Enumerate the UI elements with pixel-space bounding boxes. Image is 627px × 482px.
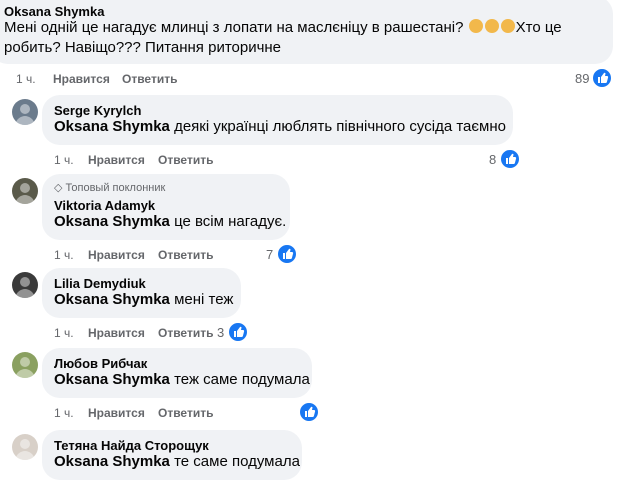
comment-text-line1: Мені одній це нагадує млинці з лопати на… — [4, 19, 464, 36]
reply-bubble: Serge Kyrylch Oksana Shymka деякі українц… — [42, 95, 513, 145]
like-reaction-icon — [276, 243, 298, 265]
reply-time[interactable]: 1 ч. — [54, 248, 74, 262]
like-button[interactable]: Нравится — [88, 248, 145, 262]
like-button[interactable]: Нравится — [53, 72, 110, 86]
reply-bubble: ◇ Топовый поклонник Viktoria Adamyk Oksana… — [42, 174, 290, 240]
mention-link[interactable]: Oksana Shymka — [54, 453, 170, 470]
reply-text: Oksana Shymka це всім нагадує. — [54, 212, 286, 232]
like-reaction-icon — [227, 321, 249, 343]
diamond-icon: ◇ — [54, 182, 63, 194]
reply-body: це всім нагадує. — [174, 213, 287, 230]
comment-text-line2: робить? Навіщо??? Питання риторичне — [4, 39, 282, 56]
reaction-count[interactable]: 89 — [575, 71, 589, 86]
comment-text: Мені одній це нагадує млинці з лопати на… — [4, 18, 604, 58]
face-emoji-icon — [468, 19, 483, 33]
reply-button[interactable]: Ответить — [122, 72, 177, 86]
reply-author[interactable]: Serge Kyrylch — [54, 103, 141, 118]
avatar[interactable] — [12, 99, 38, 125]
top-fan-badge: ◇ Топовый поклонник — [54, 181, 165, 194]
reply-text: Oksana Shymka теж саме подумала — [54, 370, 310, 390]
reply-body: те саме подумала — [174, 453, 300, 470]
like-reaction-icon — [298, 401, 320, 423]
reply-text: Oksana Shymka те саме подумала — [54, 452, 300, 472]
reply-text: Oksana Shymka деякі українці люблять пів… — [54, 117, 506, 137]
reply-author[interactable]: Тетяна Найда Сторощук — [54, 438, 209, 453]
comment-author[interactable]: Oksana Shymka — [4, 4, 104, 19]
like-reaction-icon — [591, 67, 613, 89]
reply-author[interactable]: Lilia Demydiuk — [54, 276, 146, 291]
like-button[interactable]: Нравится — [88, 326, 145, 340]
avatar[interactable] — [12, 272, 38, 298]
top-fan-label: Топовый поклонник — [65, 182, 166, 194]
reply-body: мені теж — [174, 291, 234, 308]
main-comment-bubble: Oksana Shymka Мені одній це нагадує млин… — [0, 0, 613, 64]
reply-button[interactable]: Ответить — [158, 406, 213, 420]
avatar[interactable] — [12, 178, 38, 204]
like-reaction-icon — [499, 148, 521, 170]
face-emoji-icon — [484, 19, 499, 33]
mention-link[interactable]: Oksana Shymka — [54, 118, 170, 135]
reaction-count[interactable]: 3 — [217, 325, 224, 340]
like-button[interactable]: Нравится — [88, 153, 145, 167]
reply-bubble: Любов Рибчак Oksana Shymka теж саме подум… — [42, 348, 312, 398]
comment-text-cont: Хто це — [515, 19, 562, 36]
reply-author[interactable]: Любов Рибчак — [54, 356, 147, 371]
mention-link[interactable]: Oksana Shymka — [54, 213, 170, 230]
avatar[interactable] — [12, 434, 38, 460]
reply-body: теж саме подумала — [174, 371, 310, 388]
reply-button[interactable]: Ответить — [158, 326, 213, 340]
reply-time[interactable]: 1 ч. — [54, 153, 74, 167]
mention-link[interactable]: Oksana Shymka — [54, 371, 170, 388]
like-button[interactable]: Нравится — [88, 406, 145, 420]
reply-time[interactable]: 1 ч. — [54, 326, 74, 340]
reply-bubble: Тетяна Найда Сторощук Oksana Shymka те са… — [42, 430, 302, 480]
reaction-count[interactable]: 7 — [266, 247, 273, 262]
reply-author[interactable]: Viktoria Adamyk — [54, 198, 155, 213]
reaction-count[interactable]: 8 — [489, 152, 496, 167]
reply-bubble: Lilia Demydiuk Oksana Shymka мені теж — [42, 268, 241, 318]
reply-time[interactable]: 1 ч. — [54, 406, 74, 420]
face-emoji-icon — [500, 19, 515, 33]
reply-button[interactable]: Ответить — [158, 248, 213, 262]
reply-button[interactable]: Ответить — [158, 153, 213, 167]
mention-link[interactable]: Oksana Shymka — [54, 291, 170, 308]
reply-text: Oksana Shymka мені теж — [54, 290, 233, 310]
comment-time[interactable]: 1 ч. — [16, 72, 36, 86]
reply-body: деякі українці люблять північного сусіда… — [174, 118, 506, 135]
avatar[interactable] — [12, 352, 38, 378]
